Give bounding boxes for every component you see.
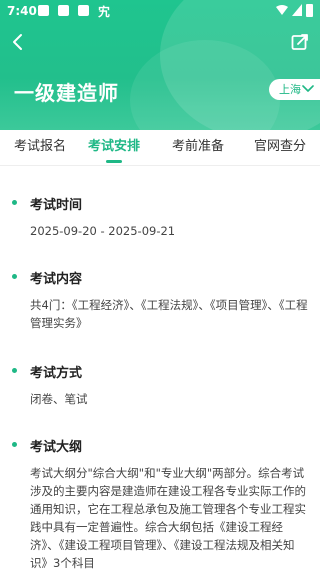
section-title: 考试内容 — [30, 272, 83, 287]
city-label: 上海 — [279, 83, 301, 96]
notification-icon — [78, 5, 89, 16]
section-body: 考试大纲分"综合大纲"和"专业大纲"两部分。综合考试涉及的主要内容是建造师在建设… — [30, 466, 306, 569]
section-title: 考试大纲 — [30, 440, 83, 455]
section-title: 考试时间 — [30, 198, 83, 213]
bullet-dot — [12, 274, 17, 279]
tab-active-indicator — [106, 160, 122, 163]
notification-icon — [58, 5, 69, 16]
tab-bar: 考试报名 考试安排 考前准备 官网查分 — [0, 130, 320, 166]
tab-score-query[interactable]: 官网查分 — [240, 130, 320, 165]
bullet-dot — [12, 442, 17, 447]
section-body: 闭卷、笔试 — [30, 392, 88, 406]
notification-app-glyph: 宄 — [98, 5, 111, 19]
header: 7:40 宄 一级建造师 上海 — [0, 0, 320, 130]
battery-icon — [306, 4, 313, 17]
section-title: 考试方式 — [30, 366, 83, 381]
tab-registration[interactable]: 考试报名 — [0, 130, 80, 165]
bullet-dot — [12, 200, 17, 205]
edit-share-icon[interactable] — [290, 32, 310, 52]
status-bar: 7:40 宄 — [0, 0, 320, 22]
page-title: 一级建造师 — [14, 81, 119, 105]
chevron-down-icon — [302, 85, 314, 92]
bullet-dot — [12, 368, 17, 373]
notification-icon — [38, 5, 49, 16]
wifi-icon — [276, 5, 288, 15]
tab-label: 考试报名 — [13, 139, 66, 154]
tab-label: 考前准备 — [171, 139, 224, 154]
signal-icon — [292, 4, 302, 16]
tab-preparation[interactable]: 考前准备 — [158, 130, 238, 165]
status-time: 7:40 — [7, 4, 37, 18]
section-body: 2025-09-20 - 2025-09-21 — [30, 224, 176, 238]
tab-label: 官网查分 — [253, 139, 306, 154]
section-body: 共4门：《工程经济》、《工程法规》、《项目管理》、《工程管理实务》 — [30, 298, 308, 330]
tab-exam-schedule[interactable]: 考试安排 — [74, 130, 154, 165]
tab-label: 考试安排 — [87, 139, 140, 154]
back-arrow-icon[interactable] — [8, 32, 28, 52]
city-selector[interactable]: 上海 — [269, 79, 320, 100]
